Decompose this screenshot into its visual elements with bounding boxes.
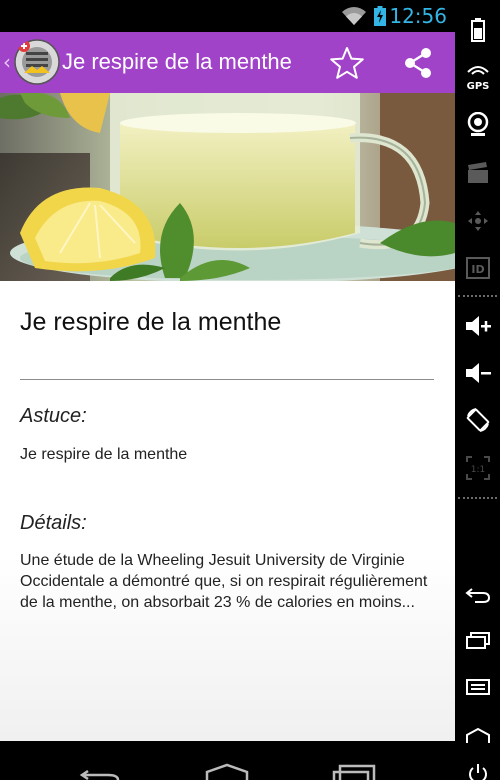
camera-button[interactable]	[455, 107, 500, 143]
power-icon	[468, 764, 487, 780]
panel-separator	[458, 497, 497, 499]
status-time: 12:56	[389, 4, 447, 28]
app-logo[interactable]	[14, 39, 60, 85]
media-button[interactable]	[455, 155, 500, 191]
webcam-icon	[467, 112, 488, 136]
dpad-icon	[467, 211, 488, 231]
nav-back-icon[interactable]	[78, 763, 122, 780]
menu-button[interactable]	[455, 669, 500, 705]
scale-icon: 1:1	[465, 456, 490, 480]
battery-control-button[interactable]	[455, 12, 500, 48]
details-text: Une étude de la Wheeling Jesuit Universi…	[20, 552, 428, 611]
volume-down-icon	[465, 363, 491, 383]
home-button[interactable]	[455, 717, 500, 753]
gps-button[interactable]: GPS	[455, 59, 500, 95]
volume-up-icon	[465, 316, 491, 336]
details-label: Détails:	[20, 512, 87, 534]
tip-detail-panel: Je respire de la menthe Astuce: Je respi…	[0, 281, 455, 741]
emulator-side-panel: GPS ID 1:1	[455, 0, 500, 780]
phone-screen: 12:56 ‹ Je respire de la menthe Je respi…	[0, 0, 455, 780]
back-icon	[464, 588, 490, 603]
tip-label: Astuce:	[20, 405, 87, 427]
gps-icon: GPS	[466, 66, 489, 92]
gps-label: GPS	[466, 81, 489, 92]
wifi-icon	[342, 7, 366, 25]
navigation-bar	[0, 741, 455, 780]
scale-label: 1:1	[470, 465, 484, 475]
home-icon	[465, 727, 490, 743]
scale-button[interactable]: 1:1	[455, 450, 500, 486]
nav-recents-icon[interactable]	[332, 763, 376, 780]
battery-icon	[470, 18, 485, 42]
rotate-screen-icon	[466, 408, 489, 432]
tip-title: Je respire de la menthe	[20, 308, 282, 336]
recents-icon	[465, 632, 490, 649]
recents-button[interactable]	[455, 622, 500, 658]
menu-icon	[465, 679, 490, 695]
id-card-icon: ID	[465, 257, 490, 279]
back-button[interactable]	[455, 577, 500, 613]
title-divider	[20, 379, 434, 380]
device-id-button[interactable]: ID	[455, 250, 500, 286]
action-bar-title: Je respire de la menthe	[62, 49, 292, 74]
clapperboard-icon	[467, 162, 488, 183]
status-bar: 12:56	[0, 0, 455, 32]
mint-tea-photo	[0, 93, 455, 281]
id-label: ID	[471, 263, 484, 276]
rotate-button[interactable]	[455, 402, 500, 438]
volume-up-button[interactable]	[455, 308, 500, 344]
battery-icon	[374, 6, 386, 26]
up-caret-icon[interactable]: ‹	[3, 50, 11, 74]
favorite-star-icon[interactable]	[327, 44, 367, 82]
dpad-button[interactable]	[455, 203, 500, 239]
tip-text: Je respire de la menthe	[20, 446, 188, 463]
panel-separator	[458, 295, 497, 297]
volume-down-button[interactable]	[455, 355, 500, 391]
share-icon[interactable]	[398, 44, 438, 82]
action-bar: ‹ Je respire de la menthe	[0, 32, 455, 93]
nav-home-icon[interactable]	[204, 763, 250, 780]
power-button[interactable]	[455, 756, 500, 780]
